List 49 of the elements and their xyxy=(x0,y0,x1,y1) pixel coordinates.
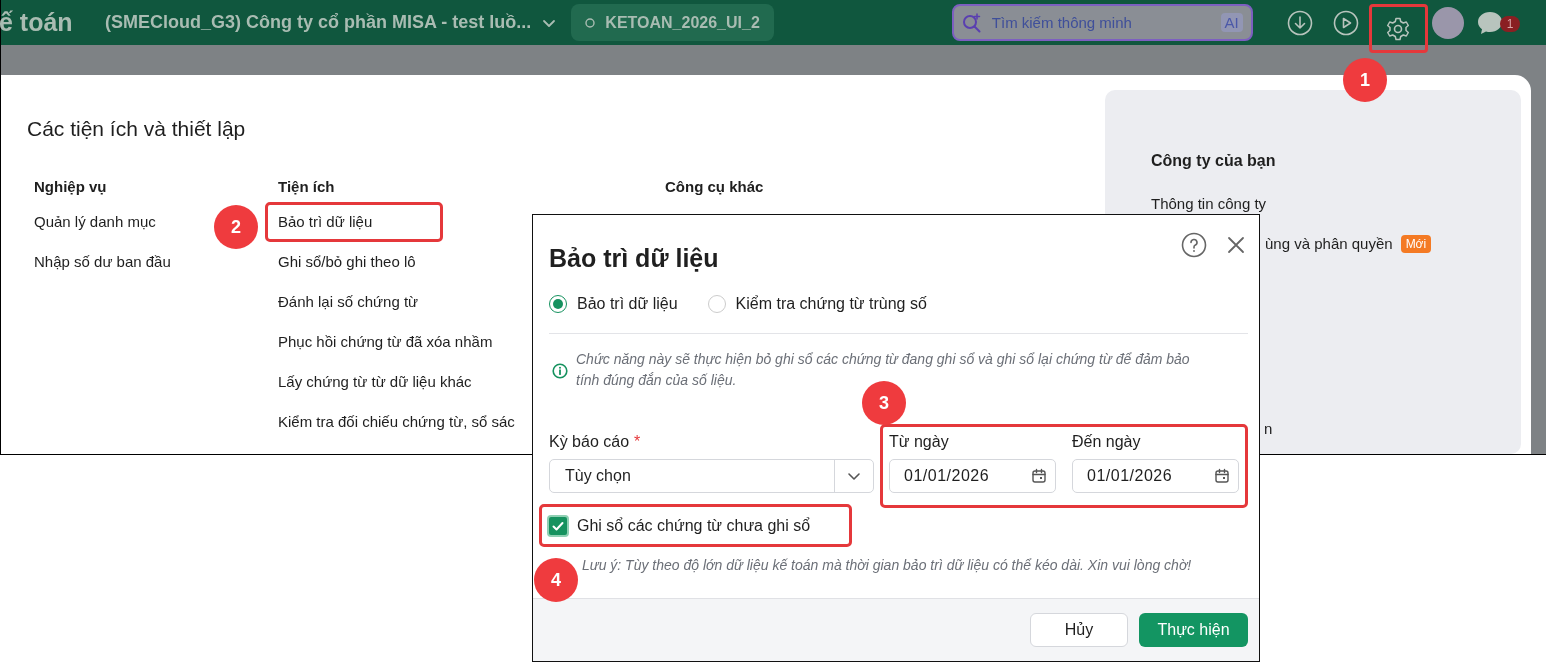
menu-item[interactable]: Quản lý danh mục xyxy=(21,202,159,242)
menu-item[interactable]: Nhập số dư ban đầu xyxy=(21,242,174,282)
card-heading: Công ty của bạn xyxy=(1151,152,1277,170)
menu-item[interactable]: Bảo trì dữ liệu xyxy=(265,202,444,242)
cancel-button[interactable]: Hủy xyxy=(1030,613,1128,647)
new-badge: Mới xyxy=(1400,235,1432,253)
menu-item[interactable]: Lấy chứng từ từ dữ liệu khác xyxy=(265,362,475,402)
play-icon xyxy=(1332,9,1359,36)
settings-button[interactable] xyxy=(1368,4,1428,53)
radio-option[interactable]: Kiểm tra chứng từ trùng số xyxy=(707,295,927,313)
dialog-title: Bảo trì dữ liệu xyxy=(549,243,719,273)
note-text: Lưu ý: Tùy theo độ lớn dữ liệu kế toán mà thời gian bảo trì dữ liệu có thể kéo dài. Xin vui lòng chờ! xyxy=(581,557,1193,573)
settings-icon xyxy=(1385,15,1412,42)
download-icon xyxy=(1286,9,1313,36)
column-heading: Nghiệp vụ xyxy=(33,177,107,197)
ai-badge: AI xyxy=(1220,13,1243,32)
menu-item[interactable]: Đánh lại số chứng từ xyxy=(265,282,422,322)
menu-item[interactable]: ùng và phân quyền xyxy=(1265,224,1393,264)
date-field[interactable]: 01/01/2026 xyxy=(889,459,1056,493)
menu-item[interactable]: Ghi sổ/bỏ ghi theo lô xyxy=(265,242,419,282)
play-button[interactable] xyxy=(1332,9,1359,36)
company-name[interactable]: (SMECloud_G3) Công ty cổ phần MISA - test luồ... xyxy=(105,12,532,33)
menu-item[interactable]: Kiểm tra đối chiếu chứng từ, sổ sác xyxy=(265,402,518,442)
notification-badge: 1 xyxy=(1499,15,1521,32)
field-label: Kỳ báo cáo xyxy=(549,433,630,452)
date-field[interactable]: 01/01/2026 xyxy=(1072,459,1239,493)
required-mark: * xyxy=(634,433,641,452)
menu-item[interactable]: Phục hồi chứng từ đã xóa nhầm xyxy=(265,322,496,362)
sparkle-search-icon xyxy=(961,12,982,33)
help-icon[interactable] xyxy=(1181,232,1207,258)
field-label: Đến ngày xyxy=(1072,433,1142,452)
field-label: Từ ngày xyxy=(889,433,950,452)
period-dropdown[interactable]: Tùy chọn xyxy=(549,459,874,493)
run-button[interactable]: Thực hiện xyxy=(1139,613,1248,647)
calendar-icon xyxy=(1214,468,1230,484)
calendar-icon xyxy=(1031,468,1047,484)
avatar[interactable] xyxy=(1431,6,1464,39)
column-heading: Tiện ích xyxy=(277,177,335,197)
menu-item[interactable]: n xyxy=(1264,409,1273,449)
column-heading: Công cụ khác xyxy=(664,177,764,197)
checkbox-option[interactable]: Ghi sổ các chứng từ chưa ghi sổ xyxy=(539,504,852,547)
radio-option[interactable]: Bảo trì dữ liệu xyxy=(549,295,678,313)
search-input[interactable]: Tìm kiếm thông minh xyxy=(989,13,1213,32)
database-name: KETOAN_2026_UI_2 xyxy=(605,13,760,32)
info-icon xyxy=(552,363,568,379)
chat-icon[interactable] xyxy=(1475,9,1504,36)
circle-icon xyxy=(585,17,596,28)
download-button[interactable] xyxy=(1286,9,1313,36)
panel-title: Các tiện ích và thiết lập xyxy=(27,117,247,141)
